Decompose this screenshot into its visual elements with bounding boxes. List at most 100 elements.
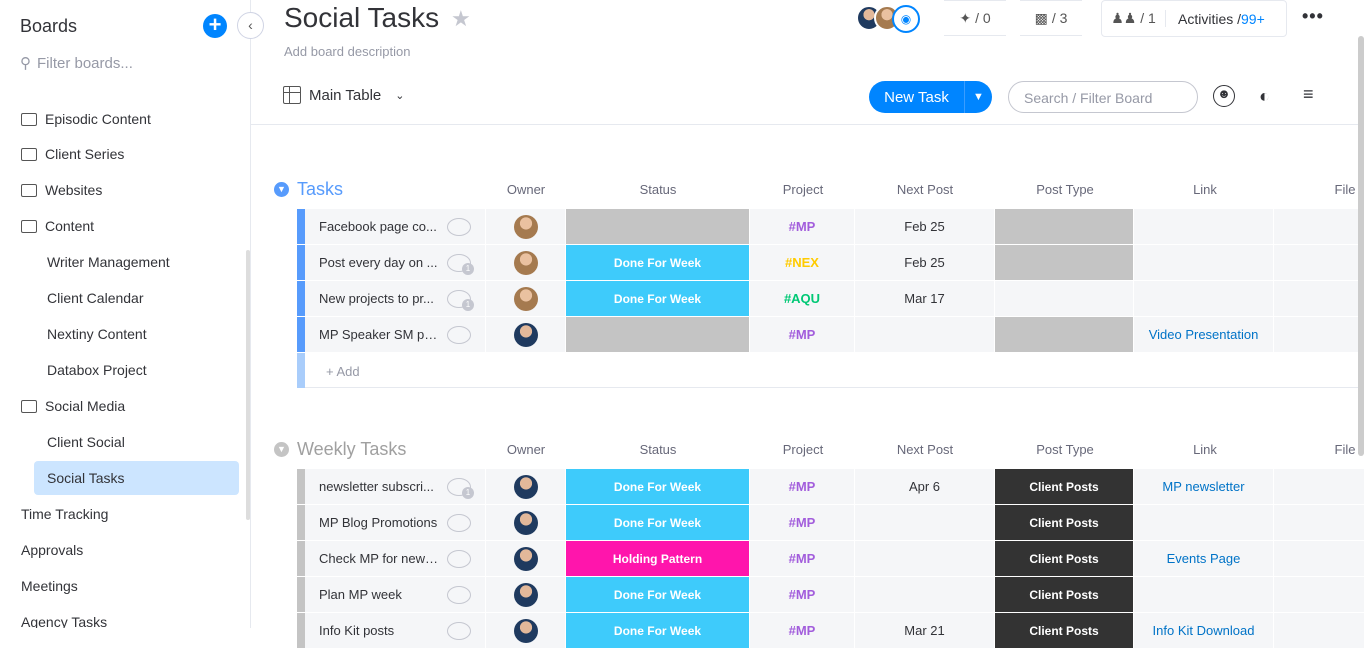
file-cell[interactable] [1274, 577, 1364, 612]
task-name[interactable]: Check MP for new ... [319, 551, 439, 566]
owner-cell[interactable] [486, 469, 565, 504]
updates-bubble-icon[interactable] [447, 477, 474, 499]
status-cell[interactable]: Done For Week [566, 469, 749, 504]
sidebar-item[interactable]: Meetings [21, 569, 78, 603]
group-title[interactable]: ▼ Tasks [274, 179, 343, 200]
sidebar-item[interactable]: Client Series [21, 137, 124, 171]
avatar[interactable] [513, 618, 538, 643]
updates-bubble-icon[interactable] [447, 217, 471, 236]
add-task-row[interactable]: + Add [297, 353, 1364, 388]
column-header[interactable]: Project [743, 442, 863, 457]
owner-cell[interactable] [486, 505, 565, 540]
task-name-cell[interactable]: Post every day on ... [305, 245, 485, 280]
group-name[interactable]: Tasks [297, 179, 343, 200]
avatar[interactable] [513, 214, 538, 239]
column-header[interactable]: Status [598, 182, 718, 197]
avatar[interactable] [513, 546, 538, 571]
status-cell[interactable] [566, 317, 749, 352]
members-button[interactable]: ♟♟ / 1 [1102, 10, 1166, 27]
task-name[interactable]: Plan MP week [319, 587, 439, 602]
column-header[interactable]: Next Post [865, 182, 985, 197]
project-cell[interactable]: #MP [750, 613, 854, 648]
post-type-cell[interactable]: Client Posts [995, 505, 1133, 540]
status-cell[interactable]: Done For Week [566, 577, 749, 612]
chevron-down-icon[interactable]: ▼ [964, 81, 992, 113]
sidebar-item[interactable]: Databox Project [47, 353, 147, 387]
task-name[interactable]: newsletter subscri... [319, 479, 439, 494]
project-cell[interactable]: #MP [750, 317, 854, 352]
next-post-cell[interactable]: Mar 17 [855, 281, 994, 316]
board-description[interactable]: Add board description [284, 44, 410, 59]
next-post-cell[interactable]: Mar 21 [855, 613, 994, 648]
link-value[interactable]: Events Page [1167, 551, 1241, 566]
owner-cell[interactable] [486, 245, 565, 280]
task-name-cell[interactable]: Facebook page co... [305, 209, 485, 244]
file-cell[interactable] [1274, 469, 1364, 504]
project-cell[interactable]: #MP [750, 469, 854, 504]
search-filter-input[interactable]: Search / Filter Board [1008, 81, 1198, 113]
next-post-cell[interactable]: Feb 25 [855, 209, 994, 244]
add-task-label[interactable]: + Add [326, 364, 360, 379]
status-cell[interactable]: Done For Week [566, 245, 749, 280]
link-cell[interactable] [1134, 209, 1273, 244]
task-name-cell[interactable]: MP Blog Promotions [305, 505, 485, 540]
avatar[interactable] [513, 510, 538, 535]
task-name[interactable]: New projects to pr... [319, 291, 439, 306]
task-name[interactable]: Post every day on ... [319, 255, 439, 270]
board-scrollbar[interactable] [1358, 36, 1364, 456]
link-value[interactable]: Info Kit Download [1153, 623, 1255, 638]
updates-bubble-icon[interactable] [447, 621, 471, 640]
file-cell[interactable] [1274, 209, 1364, 244]
task-name[interactable]: Facebook page co... [319, 219, 439, 234]
new-task-button[interactable]: New Task ▼ [869, 81, 992, 113]
updates-bubble-icon[interactable] [447, 253, 474, 275]
updates-bubble-icon[interactable] [447, 549, 471, 568]
link-value[interactable]: MP newsletter [1162, 479, 1244, 494]
task-name-cell[interactable]: Check MP for new ... [305, 541, 485, 576]
column-header[interactable]: Owner [466, 442, 586, 457]
star-icon[interactable]: ★ [451, 6, 471, 32]
file-cell[interactable] [1274, 281, 1364, 316]
updates-bubble-icon[interactable] [447, 325, 471, 344]
next-post-cell[interactable]: Apr 6 [855, 469, 994, 504]
link-cell[interactable]: Info Kit Download [1134, 613, 1273, 648]
integrations-button[interactable]: ✦/ 0 [944, 0, 1006, 36]
automations-button[interactable]: ▩/ 3 [1020, 0, 1082, 36]
project-cell[interactable]: #MP [750, 505, 854, 540]
file-cell[interactable] [1274, 505, 1364, 540]
owner-cell[interactable] [486, 209, 565, 244]
avatar[interactable] [513, 474, 538, 499]
sidebar-scrollbar[interactable] [246, 250, 250, 520]
person-filter-icon[interactable]: ☻ [1213, 85, 1235, 107]
sidebar-item[interactable]: Client Social [47, 425, 125, 459]
group-name[interactable]: Weekly Tasks [297, 439, 406, 460]
file-cell[interactable] [1274, 613, 1364, 648]
sidebar-item[interactable]: Approvals [21, 533, 83, 567]
owner-cell[interactable] [486, 613, 565, 648]
column-header[interactable]: Next Post [865, 442, 985, 457]
project-cell[interactable]: #MP [750, 209, 854, 244]
post-type-cell[interactable] [995, 245, 1133, 280]
project-cell[interactable]: #MP [750, 541, 854, 576]
updates-bubble-icon[interactable] [447, 289, 474, 311]
updates-bubble-icon[interactable] [447, 585, 471, 604]
status-cell[interactable]: Done For Week [566, 613, 749, 648]
status-cell[interactable]: Done For Week [566, 505, 749, 540]
board-subscribers[interactable]: ◉ [856, 5, 920, 33]
viewers-icon[interactable]: ◉ [892, 5, 920, 33]
owner-cell[interactable] [486, 317, 565, 352]
sidebar-item[interactable]: Websites [21, 173, 102, 207]
sidebar-item[interactable]: Client Calendar [47, 281, 144, 315]
file-cell[interactable] [1274, 541, 1364, 576]
task-name-cell[interactable]: Info Kit posts [305, 613, 485, 648]
task-name-cell[interactable]: Plan MP week [305, 577, 485, 612]
link-cell[interactable] [1134, 505, 1273, 540]
status-cell[interactable] [566, 209, 749, 244]
task-name-cell[interactable]: New projects to pr... [305, 281, 485, 316]
column-header[interactable]: Link [1145, 182, 1265, 197]
file-cell[interactable] [1274, 317, 1364, 352]
sidebar-item[interactable]: Time Tracking [21, 497, 108, 531]
add-board-button[interactable]: + [203, 14, 227, 38]
updates-bubble-icon[interactable] [447, 513, 471, 532]
post-type-cell[interactable] [995, 209, 1133, 244]
